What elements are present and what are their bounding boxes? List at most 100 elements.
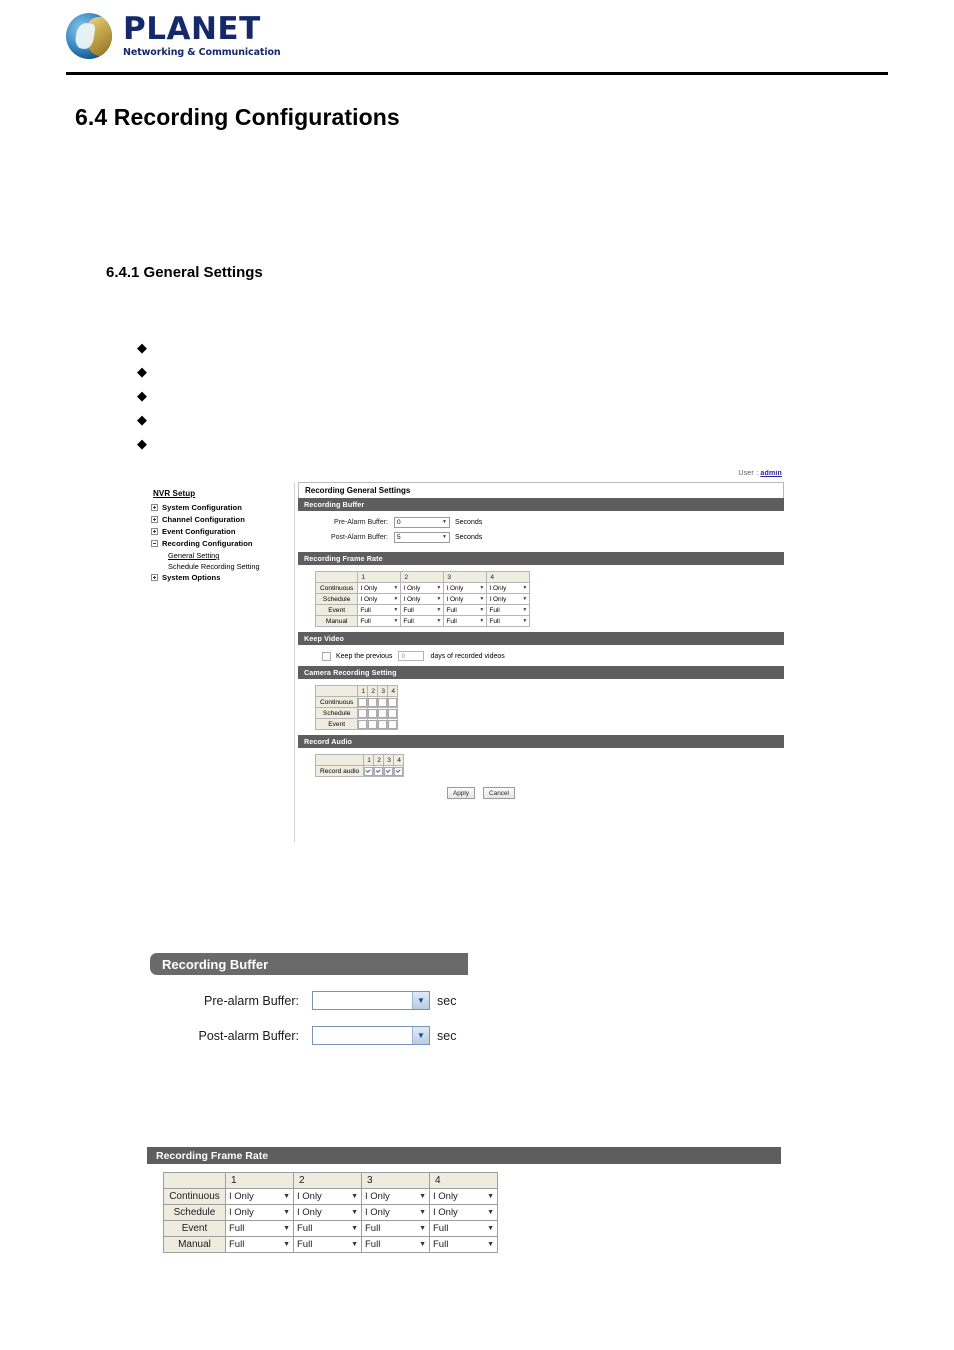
camera-recording-cell[interactable]: [367, 696, 379, 708]
record-audio-cell[interactable]: [363, 765, 375, 777]
frame-rate-cell[interactable]: I Only ▼: [400, 582, 445, 594]
frame-rate-cell[interactable]: Full ▼: [357, 604, 402, 616]
frame-rate-select[interactable]: I Only ▼: [430, 1189, 497, 1204]
sidebar-item-system-options[interactable]: System Options: [151, 573, 294, 582]
camera-recording-checkbox[interactable]: [378, 697, 388, 707]
frame-rate-cell[interactable]: I Only ▼: [293, 1204, 362, 1221]
camera-recording-cell[interactable]: [367, 718, 379, 730]
frame-rate-select[interactable]: I Only ▼: [358, 594, 401, 604]
frame-rate-cell[interactable]: I Only ▼: [225, 1188, 294, 1205]
frame-rate-select[interactable]: Full ▼: [487, 616, 530, 626]
camera-recording-checkbox[interactable]: [358, 697, 368, 707]
frame-rate-cell[interactable]: Full ▼: [361, 1220, 430, 1237]
camera-recording-cell[interactable]: [387, 718, 399, 730]
frame-rate-select[interactable]: I Only ▼: [362, 1189, 429, 1204]
frame-rate-select[interactable]: I Only ▼: [487, 583, 530, 593]
apply-button[interactable]: Apply: [447, 787, 476, 799]
frame-rate-select[interactable]: I Only ▼: [430, 1205, 497, 1220]
frame-rate-cell[interactable]: I Only ▼: [486, 593, 531, 605]
frame-rate-cell[interactable]: Full ▼: [361, 1236, 430, 1253]
frame-rate-cell[interactable]: Full ▼: [293, 1220, 362, 1237]
pre-alarm-buffer-select[interactable]: 0 ▼: [394, 517, 450, 528]
camera-recording-cell[interactable]: [377, 707, 389, 719]
frame-rate-select[interactable]: Full ▼: [401, 605, 444, 615]
camera-recording-cell[interactable]: [387, 707, 399, 719]
camera-recording-cell[interactable]: [357, 707, 369, 719]
sidebar-item-schedule-recording-setting[interactable]: Schedule Recording Setting: [168, 562, 294, 572]
frame-rate-cell[interactable]: I Only ▼: [400, 593, 445, 605]
frame-rate-select[interactable]: Full ▼: [430, 1237, 497, 1252]
frame-rate-cell[interactable]: Full ▼: [400, 615, 445, 627]
frame-rate-cell[interactable]: I Only ▼: [357, 582, 402, 594]
frame-rate-cell[interactable]: Full ▼: [357, 615, 402, 627]
camera-recording-checkbox[interactable]: [368, 719, 378, 729]
post-alarm-buffer-select[interactable]: 5 ▼: [394, 532, 450, 543]
record-audio-checkbox[interactable]: [364, 766, 374, 776]
frame-rate-select[interactable]: I Only ▼: [226, 1189, 293, 1204]
frame-rate-select[interactable]: I Only ▼: [444, 594, 487, 604]
sidebar-item-event-configuration[interactable]: Event Configuration: [151, 527, 294, 536]
user-name-link[interactable]: admin: [760, 470, 782, 477]
frame-rate-cell[interactable]: Full ▼: [225, 1220, 294, 1237]
frame-rate-cell[interactable]: Full ▼: [400, 604, 445, 616]
record-audio-cell[interactable]: [373, 765, 385, 777]
camera-recording-checkbox[interactable]: [358, 708, 368, 718]
frame-rate-select[interactable]: I Only ▼: [444, 583, 487, 593]
frame-rate-cell[interactable]: I Only ▼: [429, 1188, 498, 1205]
keep-video-days-input[interactable]: 0: [398, 651, 425, 661]
frame-rate-cell[interactable]: Full ▼: [293, 1236, 362, 1253]
frame-rate-select[interactable]: I Only ▼: [226, 1205, 293, 1220]
frame-rate-cell[interactable]: I Only ▼: [443, 593, 488, 605]
frame-rate-select[interactable]: I Only ▼: [401, 583, 444, 593]
expand-plus-icon[interactable]: [151, 528, 158, 535]
frame-rate-select[interactable]: Full ▼: [294, 1221, 361, 1236]
frame-rate-select[interactable]: Full ▼: [358, 605, 401, 615]
camera-recording-cell[interactable]: [377, 718, 389, 730]
frame-rate-cell[interactable]: Full ▼: [225, 1236, 294, 1253]
record-audio-cell[interactable]: [393, 765, 405, 777]
camera-recording-cell[interactable]: [357, 696, 369, 708]
frame-rate-cell[interactable]: I Only ▼: [357, 593, 402, 605]
camera-recording-checkbox[interactable]: [388, 719, 398, 729]
frame-rate-select[interactable]: Full ▼: [362, 1237, 429, 1252]
frame-rate-cell[interactable]: I Only ▼: [361, 1188, 430, 1205]
expand-plus-icon[interactable]: [151, 574, 158, 581]
expand-plus-icon[interactable]: [151, 504, 158, 511]
record-audio-checkbox[interactable]: [384, 766, 394, 776]
frame-rate-select[interactable]: I Only ▼: [487, 594, 530, 604]
frame-rate-select[interactable]: Full ▼: [226, 1221, 293, 1236]
frame-rate-cell[interactable]: I Only ▼: [443, 582, 488, 594]
expand-plus-icon[interactable]: [151, 516, 158, 523]
frame-rate-select[interactable]: I Only ▼: [294, 1205, 361, 1220]
frame-rate-cell[interactable]: Full ▼: [429, 1220, 498, 1237]
frame-rate-cell[interactable]: Full ▼: [486, 615, 531, 627]
frame-rate-cell[interactable]: I Only ▼: [361, 1204, 430, 1221]
frame-rate-select[interactable]: Full ▼: [444, 616, 487, 626]
frame-rate-select[interactable]: Full ▼: [401, 616, 444, 626]
record-audio-checkbox[interactable]: [394, 766, 404, 776]
camera-recording-checkbox[interactable]: [388, 697, 398, 707]
frame-rate-select[interactable]: Full ▼: [226, 1237, 293, 1252]
frame-rate-cell[interactable]: I Only ▼: [293, 1188, 362, 1205]
frame-rate-cell[interactable]: Full ▼: [443, 615, 488, 627]
sidebar-item-recording-configuration[interactable]: Recording Configuration: [151, 539, 294, 548]
camera-recording-cell[interactable]: [367, 707, 379, 719]
frame-rate-select[interactable]: Full ▼: [430, 1221, 497, 1236]
camera-recording-checkbox[interactable]: [388, 708, 398, 718]
pre-alarm-buffer-select-detail[interactable]: ▼: [312, 991, 430, 1010]
frame-rate-select[interactable]: I Only ▼: [358, 583, 401, 593]
cancel-button[interactable]: Cancel: [483, 787, 515, 799]
frame-rate-cell[interactable]: Full ▼: [429, 1236, 498, 1253]
frame-rate-cell[interactable]: I Only ▼: [486, 582, 531, 594]
camera-recording-cell[interactable]: [357, 718, 369, 730]
frame-rate-cell[interactable]: I Only ▼: [429, 1204, 498, 1221]
collapse-minus-icon[interactable]: [151, 540, 158, 547]
camera-recording-checkbox[interactable]: [378, 719, 388, 729]
frame-rate-select[interactable]: I Only ▼: [362, 1205, 429, 1220]
camera-recording-cell[interactable]: [377, 696, 389, 708]
frame-rate-select[interactable]: Full ▼: [358, 616, 401, 626]
camera-recording-checkbox[interactable]: [378, 708, 388, 718]
frame-rate-cell[interactable]: I Only ▼: [225, 1204, 294, 1221]
camera-recording-checkbox[interactable]: [368, 697, 378, 707]
camera-recording-cell[interactable]: [387, 696, 399, 708]
